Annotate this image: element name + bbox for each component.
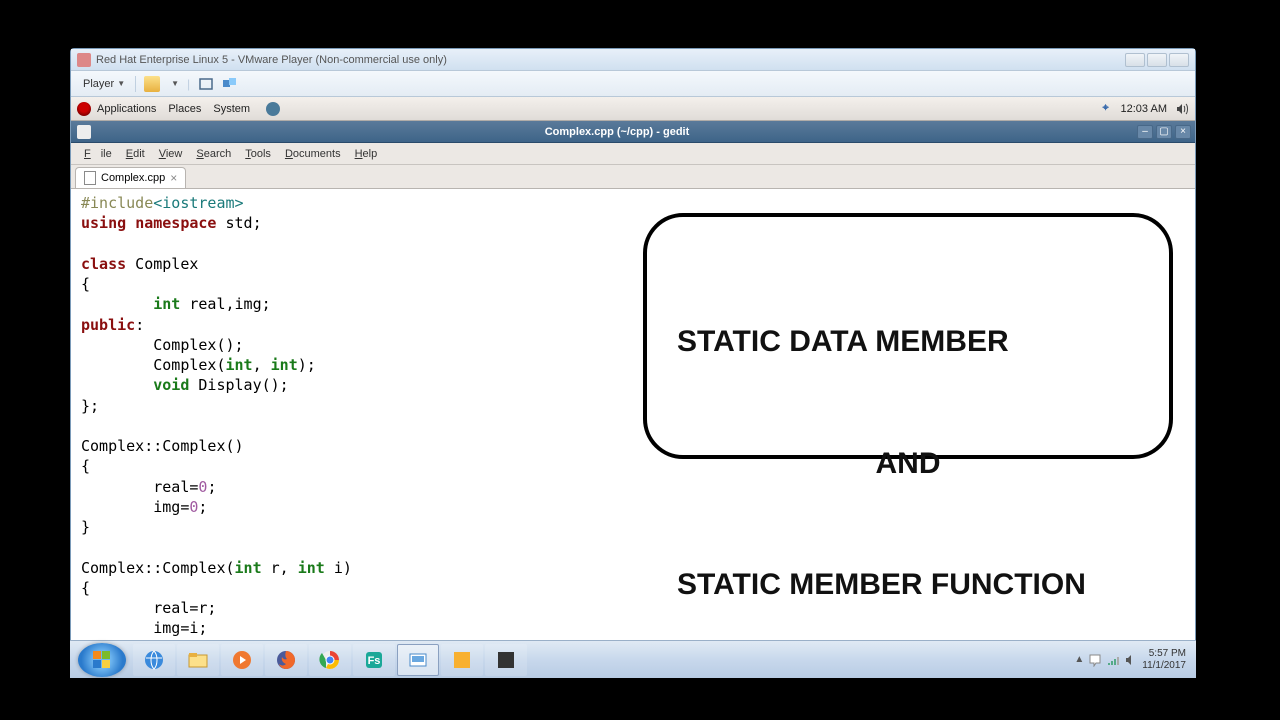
maximize-button[interactable] <box>1147 53 1167 67</box>
annotation-callout: STATIC DATA MEMBER AND STATIC MEMBER FUN… <box>643 213 1173 459</box>
taskbar-app1[interactable] <box>441 644 483 676</box>
tab-complex-cpp[interactable]: Complex.cpp × <box>75 167 186 188</box>
menu-documents[interactable]: Documents <box>280 146 346 162</box>
gnome-top-panel: Applications Places System ⌖ 12:03 AM <box>71 97 1195 121</box>
taskbar-wmp[interactable] <box>221 644 263 676</box>
folder-icon[interactable] <box>144 76 160 92</box>
taskbar-chrome[interactable] <box>309 644 351 676</box>
tab-label: Complex.cpp <box>101 172 165 184</box>
unity-icon[interactable] <box>222 76 238 92</box>
minimize-button[interactable]: – <box>1137 125 1153 139</box>
taskbar-explorer[interactable] <box>177 644 219 676</box>
gedit-menubar: File Edit View Search Tools Documents He… <box>71 143 1195 165</box>
vmware-titlebar[interactable]: Red Hat Enterprise Linux 5 - VMware Play… <box>71 49 1195 71</box>
chevron-down-icon: ▼ <box>171 79 179 88</box>
close-button[interactable] <box>1169 53 1189 67</box>
menu-file[interactable]: File <box>79 146 117 162</box>
system-menu[interactable]: System <box>213 103 250 115</box>
gedit-tabbar: Complex.cpp × <box>71 165 1195 189</box>
taskbar-clock[interactable]: 5:57 PM 11/1/2017 <box>1142 648 1186 672</box>
guest-desktop: Applications Places System ⌖ 12:03 AM Co… <box>71 97 1195 677</box>
vmware-title: Red Hat Enterprise Linux 5 - VMware Play… <box>96 54 447 66</box>
network-icon[interactable] <box>1106 653 1120 667</box>
start-button[interactable] <box>78 643 126 677</box>
windows-taskbar: Fs ▲ 5:57 PM 11/1/2017 <box>70 640 1196 678</box>
volume-icon[interactable] <box>1124 653 1138 667</box>
code-editor[interactable]: #include<iostream> using namespace std; … <box>71 189 1195 653</box>
taskbar-vmware[interactable] <box>397 644 439 676</box>
close-tab-icon[interactable]: × <box>170 171 177 185</box>
annotation-line2: AND <box>677 444 1139 485</box>
places-menu[interactable]: Places <box>168 103 201 115</box>
menu-help[interactable]: Help <box>350 146 383 162</box>
system-tray: ▲ 5:57 PM 11/1/2017 <box>1074 648 1194 672</box>
document-icon <box>77 125 91 139</box>
action-center-icon[interactable] <box>1088 653 1102 667</box>
gedit-window: Complex.cpp (~/cpp) - gedit – ▢ × File E… <box>71 121 1195 653</box>
clock[interactable]: 12:03 AM <box>1121 103 1167 115</box>
annotation-line3: STATIC MEMBER FUNCTION <box>677 565 1139 606</box>
close-button[interactable]: × <box>1175 125 1191 139</box>
taskbar-firefox[interactable] <box>265 644 307 676</box>
annotation-line1: STATIC DATA MEMBER <box>677 322 1139 363</box>
file-icon <box>84 171 96 185</box>
fullscreen-icon[interactable] <box>198 76 214 92</box>
vmware-toolbar: Player ▼ ▼ | <box>71 71 1195 97</box>
vmware-window-controls <box>1125 53 1189 67</box>
taskbar-fs[interactable]: Fs <box>353 644 395 676</box>
vmware-icon <box>77 53 91 67</box>
maximize-button[interactable]: ▢ <box>1156 125 1172 139</box>
chevron-down-icon: ▼ <box>117 79 125 88</box>
player-menu[interactable]: Player ▼ <box>77 76 136 92</box>
vmware-window: Red Hat Enterprise Linux 5 - VMware Play… <box>70 48 1196 678</box>
redhat-icon[interactable] <box>77 102 91 116</box>
menu-edit[interactable]: Edit <box>121 146 150 162</box>
minimize-button[interactable] <box>1125 53 1145 67</box>
tray-chevron-icon[interactable]: ▲ <box>1074 654 1084 665</box>
window-title: Complex.cpp (~/cpp) - gedit <box>97 126 1137 138</box>
applications-menu[interactable]: Applications <box>97 103 156 115</box>
browser-launcher-icon[interactable] <box>266 102 280 116</box>
svg-text:Fs: Fs <box>368 655 381 667</box>
gedit-titlebar[interactable]: Complex.cpp (~/cpp) - gedit – ▢ × <box>71 121 1195 143</box>
taskbar-app2[interactable] <box>485 644 527 676</box>
taskbar-ie[interactable] <box>133 644 175 676</box>
menu-view[interactable]: View <box>154 146 188 162</box>
bluetooth-icon[interactable]: ⌖ <box>1103 102 1113 116</box>
volume-icon[interactable] <box>1175 102 1189 116</box>
menu-search[interactable]: Search <box>191 146 236 162</box>
menu-tools[interactable]: Tools <box>240 146 276 162</box>
